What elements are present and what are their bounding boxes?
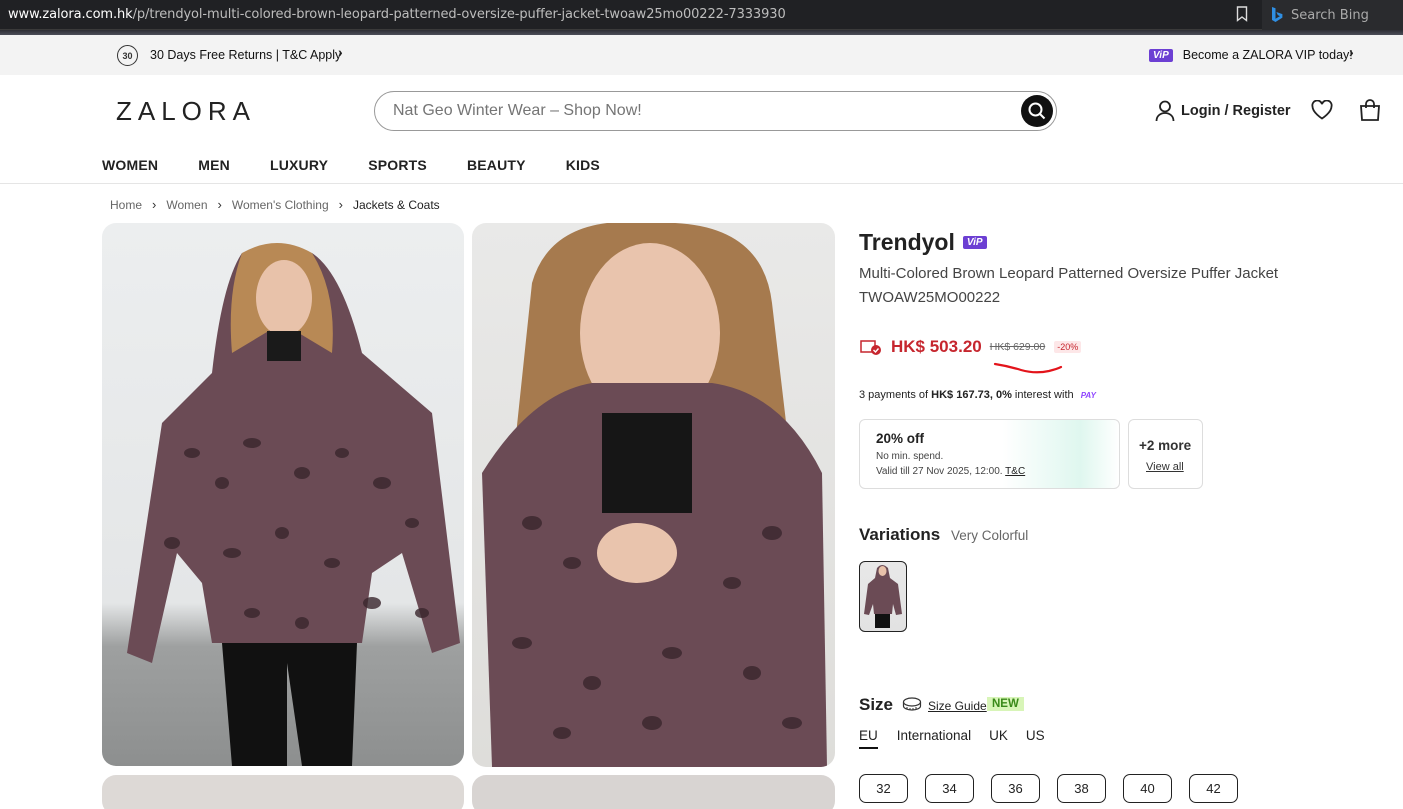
voucher-title: 20% off [876,431,925,446]
search-bar[interactable] [374,91,1057,131]
model-full-body-illustration [127,243,460,766]
nav-men[interactable]: MEN [198,157,230,173]
product-title: Multi-Colored Brown Leopard Patterned Ov… [859,262,1319,310]
nav-kids[interactable]: KIDS [566,157,600,173]
product-sku: TWOAW25MO00222 [859,289,1001,306]
tab-international[interactable]: International [897,728,971,749]
browser-toolbar: www.zalora.com.hk/p/trendyol-multi-color… [0,0,1403,30]
product-image-4[interactable] [472,775,835,809]
variations-heading: Variations [859,525,941,544]
user-icon[interactable] [1155,100,1175,122]
size-option-36[interactable]: 36 [991,774,1040,803]
breadcrumb-home[interactable]: Home [110,198,142,212]
breadcrumb: Home › Women › Women's Clothing › Jacket… [110,197,440,212]
tab-uk[interactable]: UK [989,728,1008,749]
nav-sports[interactable]: SPORTS [368,157,427,173]
vip-badge: ViP [962,236,987,249]
bing-search-label: Search Bing [1291,7,1369,23]
address-bar[interactable]: www.zalora.com.hk/p/trendyol-multi-color… [8,7,786,22]
breadcrumb-jackets-coats[interactable]: Jackets & Coats [353,198,440,212]
promo-strip: 30 30 Days Free Returns | T&C Apply › Vi… [0,35,1403,75]
price-row: HK$ 503.20 HK$ 629.00 -20% [860,337,1082,357]
breadcrumb-womens-clothing[interactable]: Women's Clothing [232,198,329,212]
current-price: HK$ 503.20 [891,337,982,356]
returns-30-icon: 30 [117,45,138,66]
discount-badge: -20% [1054,341,1082,353]
pay-logo-icon[interactable]: PAY [1081,391,1096,400]
size-heading: Size [859,695,894,714]
url-host: www.zalora.com.hk [8,7,133,22]
search-icon [1028,102,1046,120]
chevron-right-icon[interactable]: › [1349,44,1354,60]
view-all-link[interactable]: View all [1146,461,1184,473]
product-name: Multi-Colored Brown Leopard Patterned Ov… [859,265,1279,282]
chevron-right-icon: › [152,197,157,212]
free-returns-link[interactable]: 30 Days Free Returns | T&C Apply [150,48,341,62]
installment-info: 3 payments of HK$ 167.73, 0% interest wi… [859,389,1096,401]
variations-value: Very Colorful [951,528,1029,543]
login-register-link[interactable]: Login / Register [1181,103,1291,119]
breadcrumb-women[interactable]: Women [166,198,207,212]
bing-icon [1272,7,1283,22]
product-image-3[interactable] [102,775,464,809]
nav-divider [0,183,1403,184]
vip-badge: ViP [1149,48,1173,62]
size-option-40[interactable]: 40 [1123,774,1172,803]
chevron-right-icon[interactable]: › [338,44,343,60]
tab-us[interactable]: US [1026,728,1045,749]
new-badge: NEW [987,697,1024,711]
original-price: HK$ 629.00 [989,341,1046,353]
more-vouchers-card[interactable]: +2 more View all [1128,419,1203,489]
nav-women[interactable]: WOMEN [102,157,158,173]
more-vouchers-count: +2 more [1139,438,1192,453]
size-options: 32 34 36 38 40 42 [859,774,1238,803]
chevron-right-icon: › [217,197,222,212]
size-system-tabs: EU International UK US [859,728,1045,749]
size-option-42[interactable]: 42 [1189,774,1238,803]
url-path: /p/trendyol-multi-colored-brown-leopard-… [132,7,786,22]
size-option-38[interactable]: 38 [1057,774,1106,803]
voucher-card[interactable]: 20% off No min. spend. Valid till 27 Nov… [859,419,1120,489]
shopping-bag-icon[interactable] [1359,99,1381,121]
nav-luxury[interactable]: LUXURY [270,157,328,173]
variation-thumbnail[interactable] [859,561,907,632]
measuring-tape-icon [902,697,922,711]
size-guide-link[interactable]: Size Guide [928,699,987,713]
bookmark-icon[interactable] [1236,6,1248,22]
size-option-34[interactable]: 34 [925,774,974,803]
payments-suffix: interest with [1011,389,1077,401]
price-tag-icon [860,340,881,355]
voucher-validity: Valid till 27 Nov 2025, 12:00. T&C [876,466,1025,477]
size-option-32[interactable]: 32 [859,774,908,803]
red-underline-annotation [993,362,1063,374]
main-nav: WOMEN MEN LUXURY SPORTS BEAUTY KIDS [102,157,600,173]
brand-label: Trendyol [859,229,955,255]
zalora-logo[interactable]: ZALORA [116,96,256,127]
payments-amount: HK$ 167.73, 0% [931,389,1012,401]
vip-promo-link[interactable]: ViP Become a ZALORA VIP today! [1149,48,1353,62]
vip-promo-text: Become a ZALORA VIP today! [1182,48,1353,62]
voucher-min-spend: No min. spend. [876,451,944,462]
model-closeup-illustration [482,223,827,767]
voucher-valid-text: Valid till 27 Nov 2025, 12:00. [876,466,1006,477]
tab-eu[interactable]: EU [859,728,878,749]
search-input[interactable] [393,102,993,120]
nav-beauty[interactable]: BEAUTY [467,157,526,173]
brand-name[interactable]: Trendyol ViP [859,229,987,256]
wishlist-heart-icon[interactable] [1311,100,1333,120]
chevron-right-icon: › [338,197,343,212]
bing-search-box[interactable]: Search Bing [1262,0,1403,30]
search-button[interactable] [1021,95,1053,127]
variation-image [864,565,902,628]
voucher-tc-link[interactable]: T&C [1005,466,1025,477]
product-image-2[interactable] [472,223,835,767]
product-image-1[interactable] [102,223,464,766]
payments-prefix: 3 payments of [859,389,932,401]
